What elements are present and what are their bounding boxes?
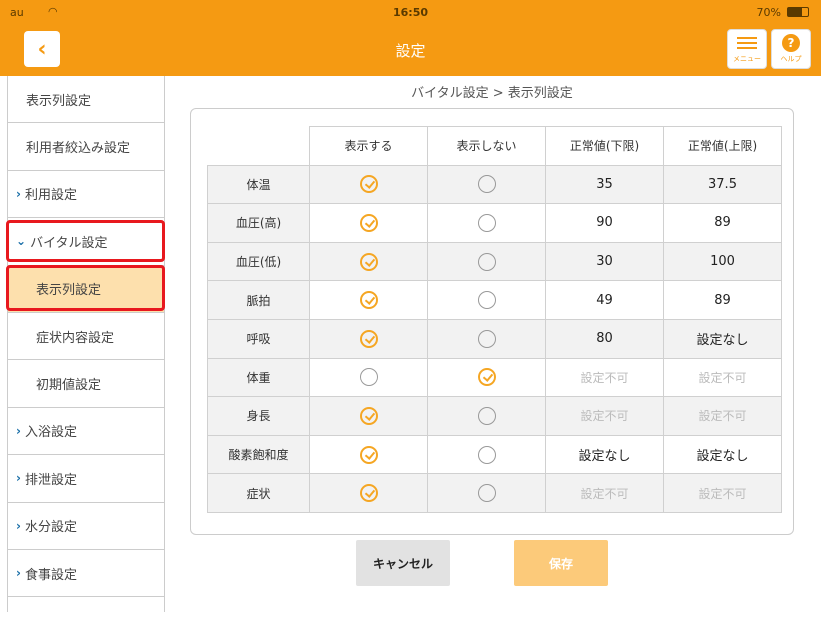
sidebar: 表示列設定 利用者絞込み設定 › 利用設定 ⌄ バイタル設定 表示列設定 症状内容設… [7, 76, 165, 612]
highlight-display-columns [6, 265, 165, 311]
header-upper-limit: 正常値(上限) [663, 126, 782, 166]
sidebar-item-bath[interactable]: › 入浴設定 [8, 408, 164, 456]
upper-limit-value[interactable]: 37.5 [708, 177, 737, 192]
table-row: 身長 設定不可 設定不可 [207, 396, 782, 436]
hide-radio-empty-icon[interactable] [477, 252, 496, 271]
table-row: 血圧(高) 90 89 [207, 203, 782, 243]
row-label: 症状 [207, 473, 310, 513]
help-button[interactable]: ? ヘルプ [771, 29, 811, 69]
show-radio-checked-icon[interactable] [359, 484, 378, 503]
chevron-right-icon: › [16, 186, 21, 201]
header-show: 表示する [309, 126, 428, 166]
hamburger-icon [737, 34, 757, 52]
upper-limit-value: 設定不可 [698, 409, 747, 424]
show-radio-checked-icon[interactable] [359, 329, 378, 348]
lower-limit-value[interactable]: 49 [596, 293, 613, 308]
hide-radio-empty-icon[interactable] [477, 329, 496, 348]
lower-limit-value: 設定不可 [580, 370, 629, 385]
cancel-button[interactable]: キャンセル [356, 540, 450, 586]
lower-limit-value: 設定不可 [580, 409, 629, 424]
row-label: 身長 [207, 396, 310, 436]
app-header: au ◠ 16:50 70% ‹ 設定 メニュー ? ヘルプ [0, 0, 821, 76]
row-label: 血圧(高) [207, 203, 310, 243]
table-row: 呼吸 80 設定なし [207, 318, 782, 359]
row-label: 酸素飽和度 [207, 434, 310, 475]
table-row: 酸素飽和度 設定なし 設定なし [207, 434, 782, 475]
chevron-right-icon: › [16, 423, 21, 438]
table-row: 体重 設定不可 設定不可 [207, 357, 782, 398]
header-lower-limit: 正常値(下限) [545, 126, 664, 166]
battery-label: 70% [756, 6, 781, 19]
lower-limit-value[interactable]: 80 [596, 331, 613, 346]
show-radio-checked-icon[interactable] [359, 445, 378, 464]
upper-limit-value: 設定不可 [698, 370, 747, 385]
battery-icon [787, 7, 809, 17]
lower-limit-value: 設定不可 [580, 486, 629, 501]
menu-label: メニュー [733, 55, 761, 63]
row-label: 脈拍 [207, 280, 310, 320]
lower-limit-value[interactable]: 35 [596, 177, 613, 192]
table-row: 症状 設定不可 設定不可 [207, 473, 782, 513]
table-row: 体温 35 37.5 [207, 164, 782, 205]
sidebar-item-usage[interactable]: › 利用設定 [8, 171, 164, 219]
upper-limit-value[interactable]: 100 [710, 254, 735, 269]
chevron-right-icon: › [16, 566, 21, 581]
breadcrumb: バイタル設定 > 表示列設定 [411, 86, 573, 101]
upper-limit-value[interactable]: 設定なし [696, 449, 748, 464]
clock: 16:50 [392, 6, 428, 19]
show-radio-checked-icon[interactable] [359, 213, 378, 232]
sidebar-item-initial-value[interactable]: 初期値設定 [8, 360, 164, 408]
sidebar-item-user-filter[interactable]: 利用者絞込み設定 [8, 123, 164, 171]
upper-limit-value[interactable]: 89 [714, 215, 731, 230]
menu-button[interactable]: メニュー [727, 29, 767, 69]
help-label: ヘルプ [780, 55, 802, 63]
chevron-right-icon: › [16, 471, 21, 486]
row-label: 血圧(低) [207, 241, 310, 282]
page-title: 設定 [395, 42, 426, 60]
hide-radio-empty-icon[interactable] [477, 213, 496, 232]
sidebar-item-excretion[interactable]: › 排泄設定 [8, 455, 164, 503]
sidebar-item-water[interactable]: › 水分設定 [8, 503, 164, 550]
hide-radio-empty-icon[interactable] [477, 291, 496, 310]
sidebar-item-display-columns[interactable]: 表示列設定 [8, 76, 164, 124]
save-button[interactable]: 保存 [514, 540, 608, 586]
upper-limit-value[interactable]: 設定なし [696, 333, 748, 348]
hide-radio-checked-icon[interactable] [477, 368, 496, 387]
table-corner [207, 126, 310, 166]
row-label: 体温 [207, 164, 310, 205]
hide-radio-empty-icon[interactable] [477, 175, 496, 194]
table-row: 脈拍 49 89 [207, 280, 782, 320]
show-radio-checked-icon[interactable] [359, 291, 378, 310]
help-icon: ? [782, 34, 800, 52]
upper-limit-value: 設定不可 [698, 486, 747, 501]
lower-limit-value[interactable]: 30 [596, 254, 613, 269]
settings-card: 表示する 表示しない 正常値(下限) 正常値(上限) 体温 35 37.5 血圧(高)… [190, 108, 794, 535]
sidebar-item-meal[interactable]: › 食事設定 [8, 550, 164, 598]
sidebar-item-symptom[interactable]: 症状内容設定 [8, 312, 164, 361]
lower-limit-value[interactable]: 90 [596, 215, 613, 230]
show-radio-checked-icon[interactable] [359, 252, 378, 271]
header-hide: 表示しない [427, 126, 546, 166]
table-row: 血圧(低) 30 100 [207, 241, 782, 282]
lower-limit-value[interactable]: 設定なし [578, 449, 630, 464]
chevron-right-icon: › [16, 518, 21, 533]
show-radio-checked-icon[interactable] [359, 406, 378, 425]
row-label: 体重 [207, 357, 310, 398]
hide-radio-empty-icon[interactable] [477, 445, 496, 464]
vital-settings-table: 表示する 表示しない 正常値(下限) 正常値(上限) 体温 35 37.5 血圧(高)… [207, 126, 782, 513]
highlight-vital-settings [6, 220, 165, 262]
row-label: 呼吸 [207, 318, 310, 359]
hide-radio-empty-icon[interactable] [477, 406, 496, 425]
hide-radio-empty-icon[interactable] [477, 484, 496, 503]
show-radio-checked-icon[interactable] [359, 175, 378, 194]
upper-limit-value[interactable]: 89 [714, 293, 731, 308]
show-radio-empty-icon[interactable] [359, 368, 378, 387]
